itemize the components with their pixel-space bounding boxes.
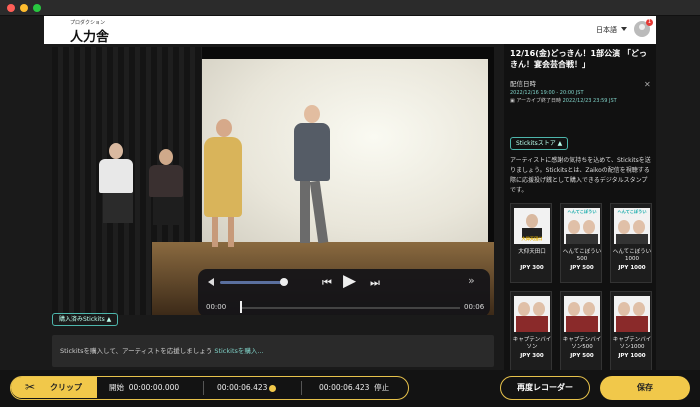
stickits-description: アーティストに感謝の気持ちを込めて、Stickitsを送りましょう。Sticki… — [510, 157, 651, 194]
stickit-thumb-label: へんてこぼうい — [567, 209, 597, 214]
archive-label: アーカイブ終了日時 — [516, 98, 562, 104]
event-sidebar: 12/16(金)どっきん！1部公演 「どっきん！宴会芸合戦！」 配信日時 ✕ 2… — [504, 44, 656, 371]
volume-slider[interactable] — [220, 281, 282, 284]
start-label: 開始 — [109, 383, 124, 392]
minimize-window-button[interactable] — [20, 4, 28, 12]
notification-badge: 1 — [646, 19, 653, 26]
stickit-card[interactable]: キャプテンバイソン1000 JPY 1000 — [610, 291, 652, 371]
stickit-thumbnail — [614, 296, 650, 332]
stickit-card[interactable]: 大仰天田口 大仰天田口 JPY 300 — [510, 203, 552, 283]
schedule-value: 2022/12/16 19:00 - 20:00 JST — [510, 90, 584, 96]
clock-icon — [269, 384, 277, 392]
current-time: 00:00 — [206, 303, 227, 311]
stickit-thumbnail: へんてこぼうい — [564, 208, 600, 244]
stop-value: 00:00:06.423 — [319, 383, 370, 392]
clip-current[interactable]: 00:00:06.423 — [217, 377, 277, 398]
start-value: 00:00:00.000 — [128, 383, 180, 392]
site-header: プロダクション 人力舎 日本語 1 — [44, 16, 656, 45]
support-banner: Stickitsを購入して、アーティストを応援しましょう Stickitsを購入… — [52, 335, 494, 367]
player-controls: ⏮ ▶ ⏭ » 00:00 00:06 — [198, 269, 490, 315]
stickit-name: へんてこぼうい500 — [562, 249, 602, 262]
video-person-seated-2 — [147, 149, 187, 229]
support-text: Stickitsを購入して、アーティストを応援しましょう — [60, 347, 215, 355]
stickit-name: キャプテンバイソン — [512, 337, 552, 350]
archive-info: ▣ アーカイブ終了日時 2022/12/23 23:59 JST — [510, 97, 617, 104]
divider — [203, 381, 204, 395]
stickit-card[interactable]: へんてこぼうい へんてこぼうい500 JPY 500 — [560, 203, 602, 283]
progress-knob[interactable] — [240, 301, 242, 313]
play-icon[interactable]: ▶ — [343, 273, 356, 290]
stickit-thumbnail: 大仰天田口 — [514, 208, 550, 244]
skip-back-icon[interactable]: ⏮ — [322, 277, 332, 288]
clip-start[interactable]: 開始 00:00:00.000 — [109, 377, 179, 398]
save-button[interactable]: 保存 — [600, 376, 690, 400]
stickit-price: JPY 500 — [570, 353, 594, 359]
window-titlebar — [0, 0, 700, 16]
stickit-thumb-label: へんてこぼうい — [617, 209, 647, 214]
clip-button[interactable]: ✂ クリップ — [11, 377, 97, 398]
chevron-down-icon[interactable] — [621, 27, 627, 31]
event-title: 12/16(金)どっきん！1部公演 「どっきん！宴会芸合戦！」 — [510, 49, 647, 69]
stickit-thumbnail — [564, 296, 600, 332]
scissors-icon: ✂ — [25, 380, 36, 394]
clip-toolbar: ✂ クリップ 開始 00:00:00.000 00:00:06.423 00:0… — [0, 370, 700, 407]
volume-slider-knob[interactable] — [280, 278, 288, 286]
clip-range-control: ✂ クリップ 開始 00:00:00.000 00:00:06.423 00:0… — [10, 376, 409, 400]
skip-forward-icon[interactable]: ⏭ — [370, 277, 380, 288]
stickit-name: キャプテンバイソン1000 — [612, 337, 652, 350]
clip-stop[interactable]: 00:00:06.423 停止 — [319, 377, 389, 398]
logo[interactable]: 人力舎 — [70, 26, 109, 45]
video-person-seated-1 — [97, 143, 137, 223]
current-value: 00:00:06.423 — [217, 383, 268, 392]
stickits-store-button[interactable]: Stickitsストア ▲ — [510, 137, 569, 150]
stickit-price: JPY 500 — [570, 265, 594, 271]
language-selector[interactable]: 日本語 — [596, 25, 617, 35]
stickit-name: キャプテンバイソン500 — [562, 337, 602, 350]
stickit-thumb-label: 大仰天田口 — [521, 236, 543, 241]
video-stage-wall — [202, 59, 488, 254]
volume-icon[interactable] — [208, 278, 214, 286]
buy-stickits-link[interactable]: Stickitsを購入... — [214, 347, 263, 355]
purchased-stickits-button[interactable]: 購入済みStickits ▲ — [52, 313, 119, 326]
close-window-button[interactable] — [7, 4, 15, 12]
rerecord-button[interactable]: 再度レコーダー — [500, 376, 590, 400]
stickit-name: 大仰天田口 — [518, 249, 546, 255]
stickit-price: JPY 300 — [520, 353, 544, 359]
archive-value: 2022/12/23 23:59 JST — [562, 98, 617, 104]
stickit-thumbnail — [514, 296, 550, 332]
close-icon[interactable]: ✕ — [644, 80, 651, 89]
stickit-card[interactable]: キャプテンバイソン500 JPY 500 — [560, 291, 602, 371]
schedule-label: 配信日時 — [510, 80, 536, 88]
video-player[interactable]: ⏮ ▶ ⏭ » 00:00 00:06 — [52, 47, 494, 315]
stickit-price: JPY 300 — [520, 265, 544, 271]
stickit-name: へんてこぼうい1000 — [612, 249, 652, 262]
total-time: 00:06 — [464, 303, 485, 311]
clip-label: クリップ — [50, 383, 82, 392]
maximize-window-button[interactable] — [33, 4, 41, 12]
stop-label: 停止 — [374, 383, 390, 392]
stickit-card[interactable]: へんてこぼうい へんてこぼうい1000 JPY 1000 — [610, 203, 652, 283]
stickit-price: JPY 1000 — [618, 353, 646, 359]
stickit-price: JPY 1000 — [618, 265, 646, 271]
video-person-standing-yellow — [204, 119, 244, 249]
progress-bar[interactable] — [240, 307, 460, 309]
double-chevron-right-icon[interactable]: » — [468, 275, 475, 286]
logo-subtitle: プロダクション — [70, 20, 106, 26]
divider — [301, 381, 302, 395]
stickit-thumbnail: へんてこぼうい — [614, 208, 650, 244]
stickit-card[interactable]: キャプテンバイソン JPY 300 — [510, 291, 552, 371]
video-performer — [290, 105, 334, 255]
